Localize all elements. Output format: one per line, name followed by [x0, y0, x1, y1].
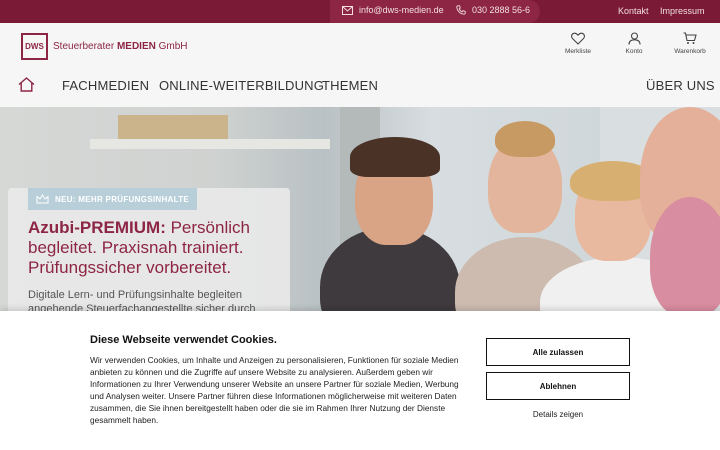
warenkorb-button[interactable]: Warenkorb: [670, 32, 710, 55]
cookie-banner: Diese Webseite verwendet Cookies. Wir ve…: [0, 311, 720, 450]
show-details-link[interactable]: Details zeigen: [486, 410, 630, 419]
hero-badge: NEU: MEHR PRÜFUNGSINHALTE: [28, 188, 198, 210]
logo-text-bold: MEDIEN: [116, 41, 156, 52]
konto-button[interactable]: Konto: [614, 32, 654, 55]
logo[interactable]: DWS Steuerberater MEDIEN GmbH: [21, 33, 188, 60]
logo-text-prefix: Steuerberater: [53, 41, 115, 52]
crown-icon: [36, 194, 49, 204]
logo-text-suffix: GmbH: [158, 41, 188, 52]
nav-ueber-uns[interactable]: ÜBER UNS: [646, 78, 715, 93]
deny-button[interactable]: Ablehnen: [486, 372, 630, 400]
allow-all-button[interactable]: Alle zulassen: [486, 338, 630, 366]
konto-label: Konto: [625, 48, 643, 55]
merkliste-button[interactable]: Merkliste: [558, 32, 598, 55]
hero-bg-box: [118, 115, 228, 139]
cookie-title: Diese Webseite verwendet Cookies.: [90, 334, 277, 346]
hero-title-bold: Azubi-PREMIUM:: [28, 218, 166, 237]
phone-link[interactable]: 030 2888 56-6: [456, 5, 530, 15]
header-actions: Merkliste Konto Warenkorb: [558, 32, 710, 55]
site-header: DWS Steuerberater MEDIEN GmbH Merkliste …: [0, 23, 720, 107]
nav-fachmedien[interactable]: FACHMEDIEN: [62, 78, 149, 93]
impressum-link[interactable]: Impressum: [660, 6, 705, 16]
hero-banner: NEU: MEHR PRÜFUNGSINHALTE Azubi-PREMIUM:…: [0, 107, 720, 317]
email-text: info@dws-medien.de: [359, 5, 444, 15]
nav-themen[interactable]: THEMEN: [322, 78, 378, 93]
heart-icon: [571, 32, 585, 45]
user-icon: [627, 32, 641, 45]
kontakt-link[interactable]: Kontakt: [618, 6, 649, 16]
phone-text: 030 2888 56-6: [472, 5, 531, 15]
logo-wordmark: Steuerberater MEDIEN GmbH: [53, 41, 188, 52]
hero-person-2-hair: [495, 121, 555, 157]
hero-title: Azubi-PREMIUM: Persönlich begleitet. Pra…: [28, 218, 268, 278]
warenkorb-label: Warenkorb: [674, 48, 706, 55]
logo-mark: DWS: [21, 33, 48, 60]
logo-mark-text: DWS: [25, 42, 44, 51]
email-link[interactable]: info@dws-medien.de: [342, 5, 444, 15]
hero-card: NEU: MEHR PRÜFUNGSINHALTE Azubi-PREMIUM:…: [8, 188, 290, 317]
cookie-text: Wir verwenden Cookies, um Inhalte und An…: [90, 355, 459, 425]
hero-bg-shelf: [90, 139, 330, 149]
top-bar: info@dws-medien.de 030 2888 56-6 Kontakt…: [0, 0, 720, 23]
home-icon[interactable]: [18, 77, 35, 92]
phone-icon: [456, 5, 466, 15]
main-nav: FACHMEDIEN ONLINE-WEITERBILDUNG THEMEN Ü…: [0, 75, 720, 99]
hero-person-4-body: [650, 197, 720, 317]
nav-online-weiterbildung[interactable]: ONLINE-WEITERBILDUNG: [159, 78, 324, 93]
cart-icon: [683, 32, 697, 44]
mail-icon: [342, 5, 353, 15]
merkliste-label: Merkliste: [564, 48, 591, 55]
hero-badge-label: NEU: MEHR PRÜFUNGSINHALTE: [55, 194, 190, 204]
hero-person-1-hair: [350, 137, 440, 177]
